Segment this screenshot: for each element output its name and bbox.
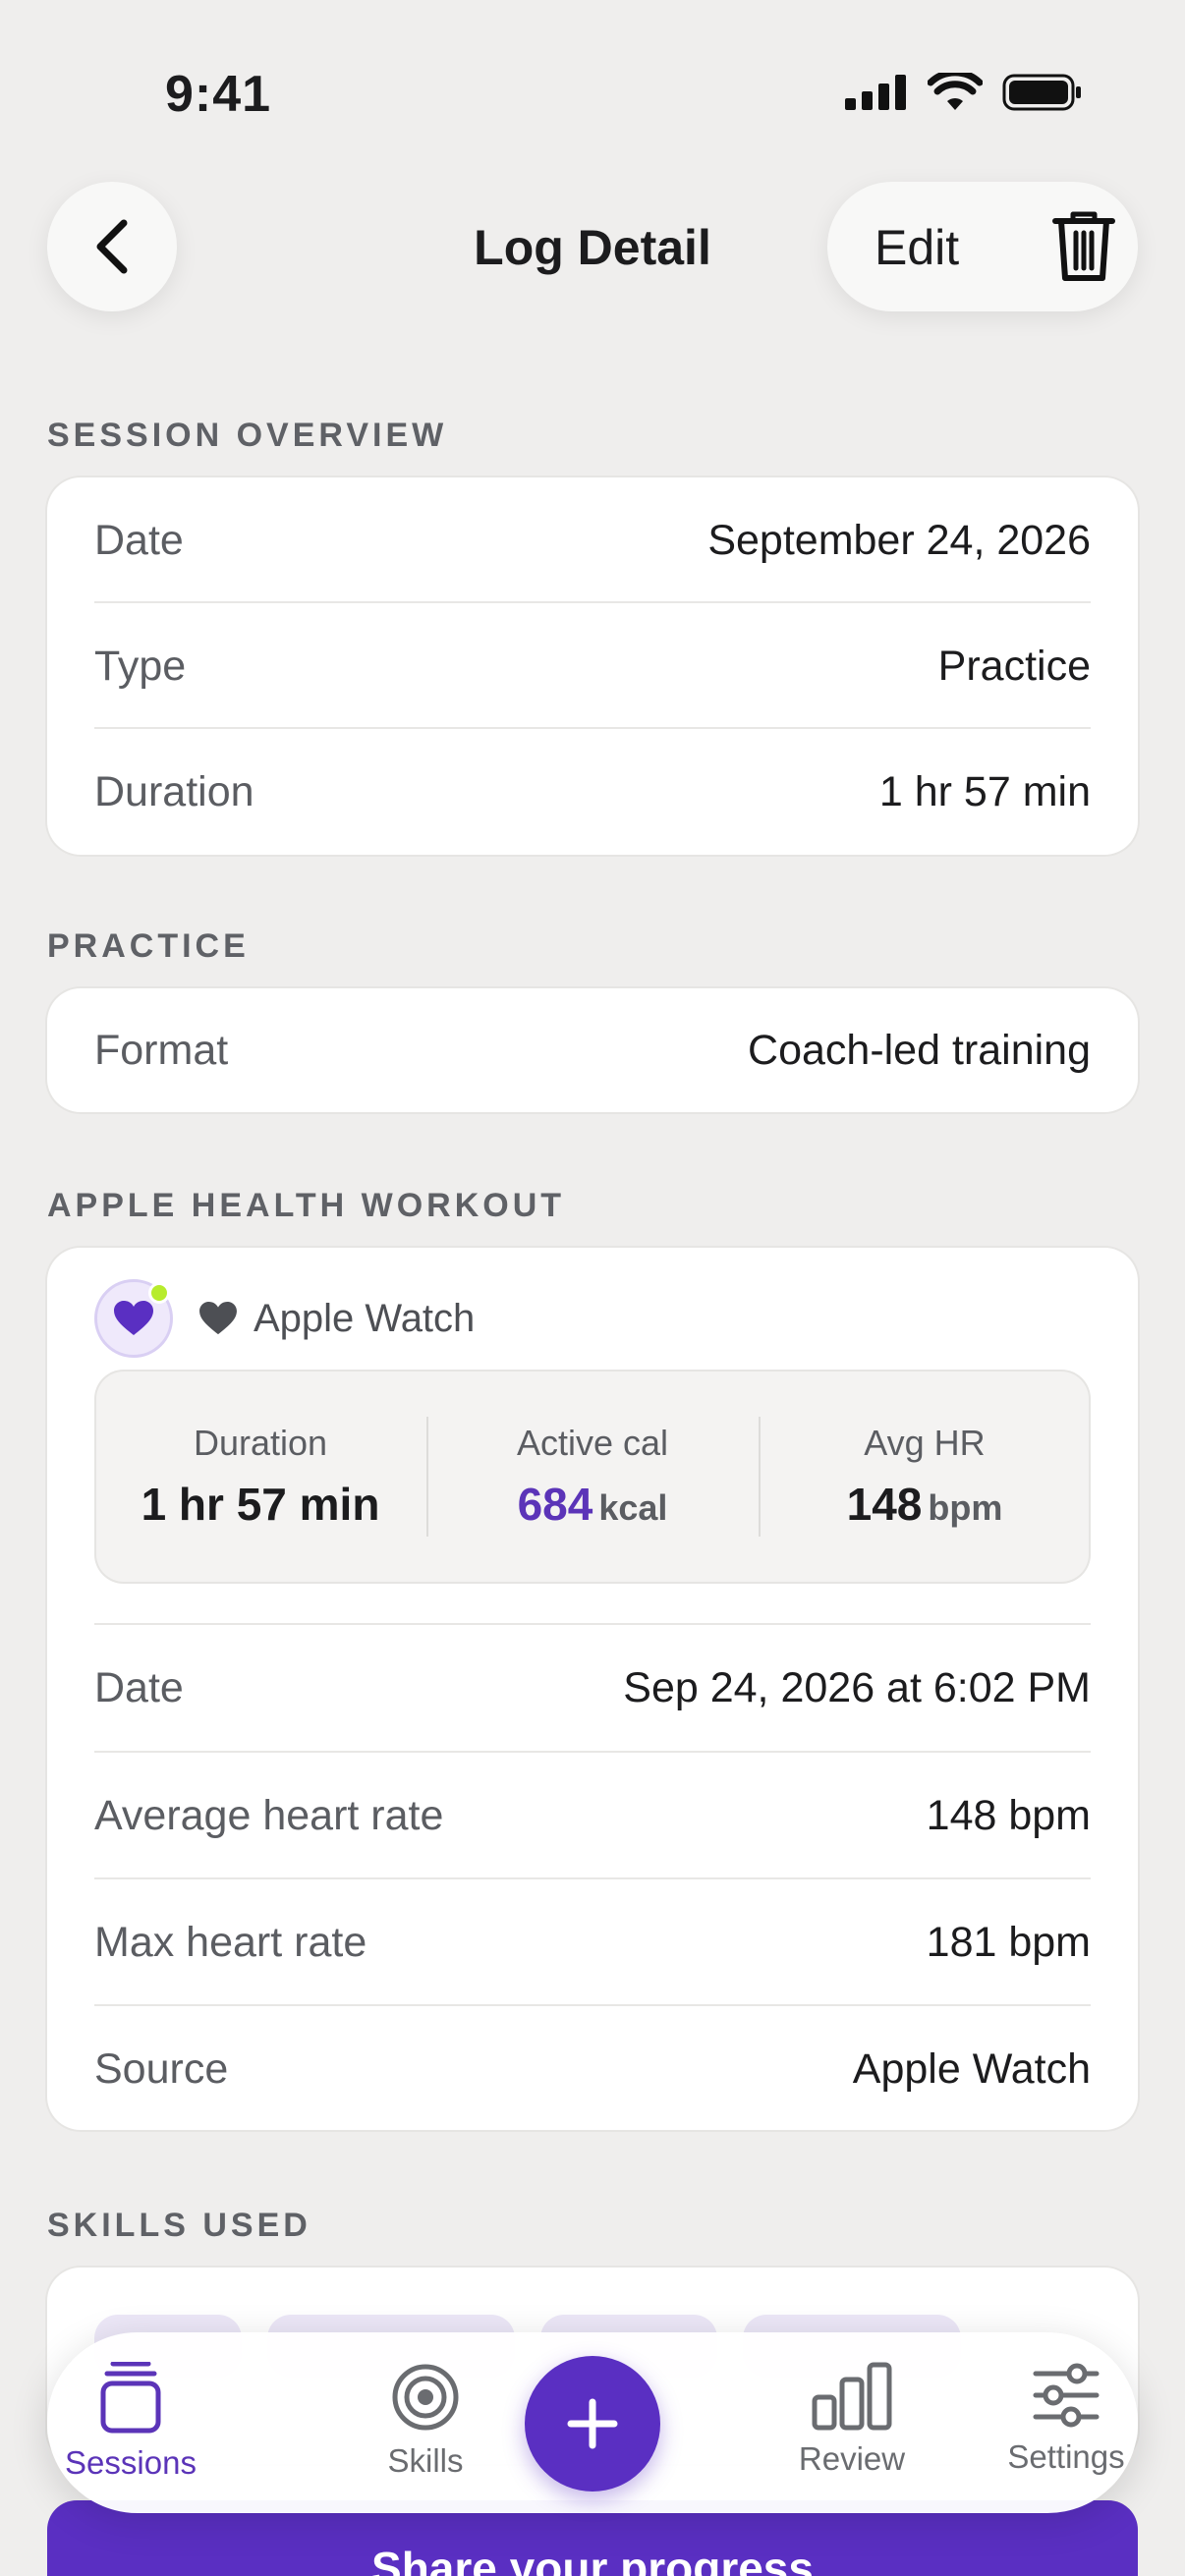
stat-number: 1 hr 57 min: [141, 1479, 380, 1530]
stat-number: 148: [846, 1479, 923, 1530]
row-average-heart-rate: Average heart rate 148 bpm: [94, 1753, 1091, 1878]
workout-stats: Duration 1 hr 57 min Active cal 684 kcal …: [94, 1370, 1091, 1584]
stat-label: Duration: [193, 1423, 328, 1463]
stat-label: Avg HR: [864, 1423, 986, 1463]
apple-health-card: Apple Watch Duration 1 hr 57 min Active …: [47, 1248, 1138, 2130]
wifi-icon: [928, 73, 983, 110]
row-value: Coach-led training: [748, 1026, 1091, 1074]
plus-icon: [567, 2398, 618, 2449]
health-badge: [94, 1279, 173, 1358]
section-heading-skills-used: SKILLS USED: [47, 2207, 311, 2244]
row-label: Type: [94, 642, 187, 690]
row-value: 181 bpm: [926, 1918, 1091, 1966]
stat-unit: bpm: [928, 1487, 1003, 1528]
row-max-heart-rate: Max heart rate 181 bpm: [94, 1879, 1091, 2005]
tab-sessions[interactable]: Sessions: [47, 2362, 214, 2482]
status-dot: [148, 1282, 170, 1304]
stat-duration: Duration 1 hr 57 min: [94, 1370, 426, 1584]
row-duration: Duration 1 hr 57 min: [94, 729, 1091, 855]
workout-source: Apple Watch: [198, 1297, 475, 1341]
status-icons: [845, 73, 1083, 112]
row-workout-date: Date Sep 24, 2026 at 6:02 PM: [94, 1625, 1091, 1751]
section-heading-apple-health: APPLE HEALTH WORKOUT: [47, 1187, 566, 1224]
trash-icon: [1052, 211, 1115, 281]
practice-card: Format Coach-led training: [47, 988, 1138, 1112]
row-value: 1 hr 57 min: [878, 767, 1091, 815]
edit-button[interactable]: Edit: [875, 219, 959, 276]
stat-number: 684: [517, 1479, 593, 1530]
stat-value: 1 hr 57 min: [141, 1478, 380, 1531]
row-label: Date: [94, 1663, 184, 1711]
row-label: Source: [94, 2044, 229, 2093]
navigation-bar: Log Detail Edit: [0, 182, 1185, 314]
row-value: September 24, 2026: [707, 516, 1091, 564]
battery-icon: [1002, 74, 1081, 111]
bar-chart-icon: [812, 2362, 892, 2431]
tab-skills[interactable]: Skills: [342, 2362, 509, 2480]
row-label: Max heart rate: [94, 1918, 367, 1966]
row-value: 148 bpm: [926, 1791, 1091, 1839]
delete-button[interactable]: [1051, 209, 1116, 289]
heart-icon: [114, 1301, 153, 1335]
source-name: Apple Watch: [254, 1296, 476, 1340]
row-label: Average heart rate: [94, 1791, 444, 1839]
row-date: Date September 24, 2026: [94, 477, 1091, 603]
sessions-icon: [100, 2362, 161, 2434]
row-value: Practice: [937, 642, 1091, 690]
tab-label: Review: [798, 2440, 906, 2477]
row-label: Format: [94, 1026, 229, 1074]
row-label: Date: [94, 516, 184, 564]
stat-unit: kcal: [598, 1487, 668, 1528]
stat-value: 148 bpm: [847, 1478, 1003, 1531]
stat-value: 684 kcal: [518, 1478, 668, 1531]
session-overview-card: Date September 24, 2026 Type Practice Du…: [47, 477, 1138, 855]
stat-avg-hr: Avg HR 148 bpm: [759, 1370, 1091, 1584]
row-value: Apple Watch: [852, 2044, 1091, 2093]
action-pill: Edit: [827, 182, 1138, 311]
row-value: Sep 24, 2026 at 6:02 PM: [623, 1663, 1091, 1711]
status-bar: 9:41: [0, 0, 1185, 187]
row-format: Format Coach-led training: [94, 988, 1091, 1112]
status-time: 9:41: [165, 66, 272, 123]
row-label: Duration: [94, 767, 254, 815]
tab-settings[interactable]: Settings: [983, 2362, 1150, 2476]
section-heading-practice: PRACTICE: [47, 927, 250, 965]
sliders-icon: [1033, 2363, 1100, 2428]
tab-bar: Sessions Skills Review Settings: [47, 2332, 1138, 2513]
cellular-signal-icon: [845, 75, 906, 110]
stat-active-cal: Active cal 684 kcal: [426, 1370, 759, 1584]
tab-label: Skills: [387, 2442, 464, 2479]
row-source: Source Apple Watch: [94, 2006, 1091, 2132]
tab-label: Sessions: [65, 2444, 197, 2481]
target-icon: [392, 2364, 459, 2431]
add-session-button[interactable]: [525, 2356, 660, 2492]
workout-source-header: Apple Watch: [94, 1279, 475, 1358]
stat-label: Active cal: [516, 1423, 669, 1463]
tab-label: Settings: [1007, 2438, 1125, 2475]
section-heading-session-overview: SESSION OVERVIEW: [47, 417, 448, 454]
row-type: Type Practice: [94, 603, 1091, 729]
tab-review[interactable]: Review: [768, 2362, 935, 2478]
heart-icon: [199, 1301, 237, 1335]
